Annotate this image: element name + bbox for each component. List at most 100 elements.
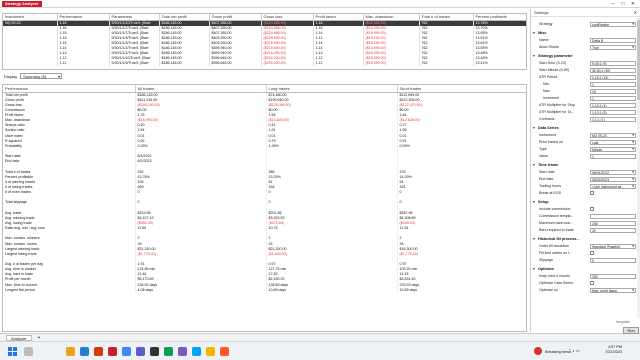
setting-input[interactable]: Last xyxy=(590,139,636,145)
setting-trading-hours: Trading hours <Use instrument se... xyxy=(531,183,640,189)
setting-label: Min xyxy=(543,82,549,86)
maximize-icon[interactable]: □ xyxy=(618,0,628,8)
setting-input[interactable]: NQ 09-23 xyxy=(590,132,636,138)
setting-label: Value xyxy=(539,154,548,158)
news-badge-icon xyxy=(534,347,542,355)
edge-browser-icon[interactable] xyxy=(80,347,89,356)
setting-checkbox[interactable] xyxy=(590,251,594,255)
notes-icon[interactable] xyxy=(206,347,215,356)
collapse-icon[interactable]: ▾ xyxy=(533,237,535,241)
setting-input[interactable]: 1:10:1 (1) xyxy=(590,102,636,108)
strategy-row: Strategy contRegion xyxy=(531,21,640,27)
setting-input[interactable]: 06/01/2022 xyxy=(590,169,636,175)
setting-optimize-data-series: Optimize Data Series xyxy=(531,280,640,286)
performance-column-header[interactable]: Long trades xyxy=(266,85,398,93)
trading-app-icon[interactable] xyxy=(108,347,117,356)
search-icon[interactable] xyxy=(24,347,33,356)
setting-input[interactable]: 256 xyxy=(590,220,636,226)
setting-checkbox[interactable] xyxy=(590,281,594,285)
section-time-frame[interactable]: ▾ Time frame xyxy=(531,161,640,168)
setting-checkbox[interactable] xyxy=(590,207,594,211)
display-selector-row: Display Summary (5) ▾ xyxy=(4,73,63,79)
setting-input[interactable]: 1:10:1 (3) xyxy=(590,109,636,115)
section-optimize[interactable]: ▾ Optimize xyxy=(531,265,640,272)
setting-allow-shorts: Allow Shorts True xyxy=(531,44,640,50)
collapse-icon[interactable]: ▾ xyxy=(533,54,535,58)
minimize-icon[interactable]: – xyxy=(608,0,618,8)
setting-checkbox[interactable] xyxy=(590,191,594,195)
setting-input[interactable]: 250 xyxy=(590,273,636,279)
setting-input[interactable]: 9:00:1 (9) xyxy=(590,60,636,66)
section-historical[interactable]: ▾ Historical fill process... xyxy=(531,235,640,242)
template-link[interactable]: template xyxy=(616,320,630,324)
performance-column-header[interactable]: All trades xyxy=(135,85,267,93)
taskbar-clock[interactable]: 4:57 PM 7/22/2023 xyxy=(592,345,622,355)
performance-summary-table[interactable]: Performance All trades Long trades Short tr… xyxy=(2,84,527,332)
results-row[interactable]: 1.11 9/30/1/1/9/True/1 (Start $186,145.00 $… xyxy=(3,60,526,66)
setting-instrument: Instrument NQ 09-23 xyxy=(531,132,640,138)
setting-input[interactable]: 1:1:1 (1) xyxy=(590,116,636,122)
media-icon[interactable] xyxy=(220,347,229,356)
close-icon[interactable]: ✕ xyxy=(628,0,638,8)
setting-start-hour: Start Hour (0-23) 9:00:1 (9) xyxy=(531,60,640,66)
performance-column-header[interactable]: Performance xyxy=(3,85,136,93)
collapse-icon[interactable]: ▾ xyxy=(533,163,535,167)
spreadsheet-icon[interactable] xyxy=(164,347,173,356)
performance-column-header[interactable]: Short trades xyxy=(397,85,526,93)
section-data-series[interactable]: ▾ Data Series xyxy=(531,124,640,131)
setting-input[interactable]: True xyxy=(590,44,636,50)
setting-label: Bars required to trade xyxy=(539,228,574,232)
setting-input[interactable]: Delta B xyxy=(590,37,636,43)
setting-atr-stop: ATR Multiplier for Stop 1:10:1 (1) xyxy=(531,102,640,108)
system-tray[interactable]: ⌃ ◐ ▭ xyxy=(568,348,580,353)
os-taskbar: Breaking news ⌃ ◐ ▭ 4:57 PM 7/22/2023 xyxy=(0,341,640,360)
app-icon[interactable] xyxy=(178,347,187,356)
strategy-select[interactable]: contRegion xyxy=(590,21,636,27)
setting-input[interactable]: 1 xyxy=(590,81,636,87)
results-cell: 1.11 xyxy=(57,60,110,66)
setting-input[interactable]: 06/02/2023 xyxy=(590,176,636,182)
collapse-icon[interactable]: ▾ xyxy=(533,267,535,271)
terminal-icon[interactable] xyxy=(150,347,159,356)
setting-label: Instrument xyxy=(539,133,556,137)
app-title-badge[interactable]: Strategy Analyzer xyxy=(2,1,42,7)
settings-header: Settings ✕ xyxy=(531,9,640,17)
setting-input[interactable]: <Use instrument se... xyxy=(590,183,636,189)
setting-label: Slippage xyxy=(539,258,553,262)
display-label: Display xyxy=(4,73,18,79)
performance-header-row: Performance All trades Long trades Short tr… xyxy=(3,85,526,93)
results-cell: $186,145.00 xyxy=(159,60,210,66)
results-cell: 762 xyxy=(419,60,474,66)
teams-icon[interactable] xyxy=(136,347,145,356)
setting-input[interactable]: 1 xyxy=(590,153,636,159)
setting-input[interactable]: 0 xyxy=(590,257,636,263)
collapse-icon[interactable]: ▾ xyxy=(533,31,535,35)
chrome-icon[interactable] xyxy=(122,347,131,356)
mail-icon[interactable] xyxy=(192,347,201,356)
collapse-icon[interactable]: ▾ xyxy=(533,200,535,204)
file-explorer-icon[interactable] xyxy=(66,347,75,356)
setting-input[interactable]: 30:30:1 (30) xyxy=(590,67,636,73)
section-title: Optimize xyxy=(538,266,555,271)
setting-input[interactable]: Max. profit factor xyxy=(590,287,636,293)
news-widget[interactable]: Breaking news xyxy=(534,346,571,356)
close-settings-icon[interactable]: ✕ xyxy=(634,9,637,17)
setting-input[interactable]: Minute xyxy=(590,146,636,152)
setting-input[interactable] xyxy=(590,213,636,219)
section-title: Setup xyxy=(538,199,549,204)
run-button[interactable]: Run xyxy=(623,327,639,334)
display-select[interactable]: Summary (5) ▾ xyxy=(20,73,63,79)
setting-input[interactable]: 15 xyxy=(590,88,636,94)
setting-input[interactable]: 1 xyxy=(590,95,636,101)
windows-start-icon[interactable] xyxy=(8,347,17,356)
section-params[interactable]: ▾ Strategy parameter xyxy=(531,52,640,59)
setting-input[interactable]: 20 xyxy=(590,227,636,233)
setting-break-eod: Break at EOD xyxy=(531,190,640,196)
setting-input[interactable]: Standard (Fastest) xyxy=(590,243,636,249)
store-icon[interactable] xyxy=(94,347,103,356)
collapse-icon[interactable]: ▾ xyxy=(533,126,535,130)
section-setup[interactable]: ▾ Setup xyxy=(531,198,640,205)
section-misc[interactable]: ▾ Misc xyxy=(531,29,640,36)
setting-input[interactable]: 1:15:1 (14) xyxy=(590,74,636,80)
optimization-results-grid[interactable]: Instrument Performance Parameters Total net… xyxy=(2,13,527,70)
